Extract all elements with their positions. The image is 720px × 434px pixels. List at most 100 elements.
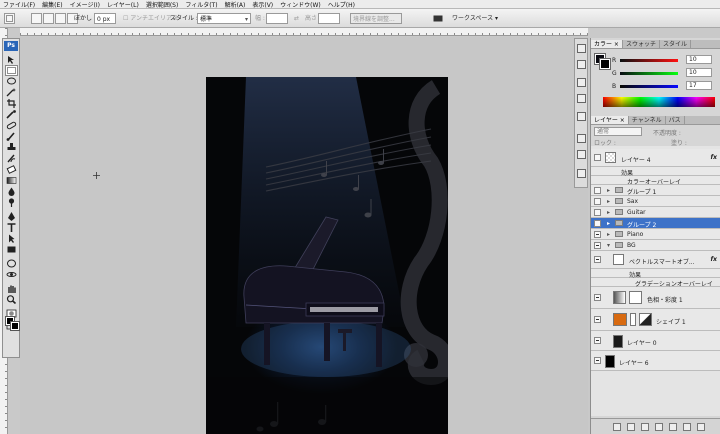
layer-row[interactable]: レイヤー 4 fx [591, 149, 720, 167]
green-slider[interactable]: G 10 [612, 68, 712, 78]
hand-tool[interactable] [6, 284, 17, 293]
visibility-toggle[interactable] [594, 316, 601, 323]
notes-panel-icon[interactable] [577, 169, 586, 178]
effects-row[interactable]: 効果 [591, 167, 720, 177]
3d-rotate-tool[interactable] [6, 259, 17, 268]
blue-value[interactable]: 17 [686, 81, 712, 90]
expand-arrow-icon[interactable]: ▸ [607, 220, 613, 227]
color-spectrum-bar[interactable] [603, 97, 715, 107]
layer-group-row[interactable]: ▸ Guitar [591, 207, 720, 218]
visibility-toggle[interactable] [594, 187, 601, 194]
history-brush-tool[interactable] [6, 154, 17, 163]
visibility-toggle[interactable] [594, 231, 601, 238]
shape-tool[interactable] [6, 245, 17, 254]
lasso-tool[interactable] [6, 77, 17, 86]
fx-icon[interactable]: fx [711, 256, 717, 263]
visibility-toggle[interactable] [594, 357, 601, 364]
effect-gradient-overlay-row[interactable]: グラデーションオーバーレイ [591, 278, 720, 288]
canvas-area[interactable] [20, 37, 588, 434]
character-panel-icon[interactable] [577, 134, 586, 143]
visibility-toggle[interactable] [594, 198, 601, 205]
new-layer-icon[interactable] [683, 423, 691, 431]
new-group-icon[interactable] [669, 423, 677, 431]
brush-tool[interactable] [6, 132, 17, 141]
adjustment-layer-icon[interactable] [655, 423, 663, 431]
dodge-tool[interactable] [6, 198, 17, 207]
crop-tool[interactable] [6, 99, 17, 108]
menu-layer[interactable]: レイヤー(L) [107, 0, 139, 9]
pen-tool[interactable] [6, 212, 17, 221]
menu-analysis[interactable]: 解析(A) [225, 0, 246, 9]
style-select[interactable]: 標準 ▾ [197, 13, 251, 24]
type-tool[interactable] [6, 223, 17, 232]
collapse-arrow-icon[interactable]: ▾ [607, 242, 613, 249]
menu-edit[interactable]: 編集(E) [42, 0, 62, 9]
green-value[interactable]: 10 [686, 68, 712, 77]
width-input[interactable] [266, 13, 288, 24]
expand-arrow-icon[interactable]: ▸ [607, 231, 613, 238]
expand-arrow-icon[interactable]: ▸ [607, 187, 613, 194]
height-input[interactable] [318, 13, 340, 24]
tool-presets-panel-icon[interactable] [577, 78, 586, 87]
expand-arrow-icon[interactable]: ▸ [607, 198, 613, 205]
layer-group-row[interactable]: ▸ グループ 1 [591, 185, 720, 196]
paragraph-panel-icon[interactable] [577, 150, 586, 159]
feather-input[interactable]: 0 px [94, 13, 116, 24]
marquee-tool[interactable] [5, 65, 18, 76]
marquee-preset-button[interactable] [4, 13, 15, 24]
add-mask-icon[interactable] [641, 423, 649, 431]
layer-row[interactable]: ベクトルスマートオブ... fx [591, 251, 720, 269]
blend-mode-select[interactable]: 通常 [594, 127, 642, 136]
red-value[interactable]: 10 [686, 55, 712, 64]
trash-icon[interactable] [697, 423, 705, 431]
tab-paths[interactable]: パス [666, 116, 685, 124]
tab-channels[interactable]: チャンネル [629, 116, 666, 124]
tab-color[interactable]: カラー × [591, 40, 623, 48]
visibility-toggle[interactable] [594, 294, 601, 301]
actions-panel-icon[interactable] [577, 60, 586, 69]
link-layers-icon[interactable] [613, 423, 621, 431]
fx-icon[interactable]: fx [711, 154, 717, 161]
tab-swatches[interactable]: スウォッチ [623, 40, 660, 48]
menu-file[interactable]: ファイル(F) [3, 0, 35, 9]
blue-track[interactable] [620, 85, 678, 88]
green-track[interactable] [620, 72, 678, 75]
magic-wand-tool[interactable] [6, 88, 17, 97]
visibility-toggle[interactable] [594, 220, 601, 227]
layer-group-row[interactable]: ▸ Sax [591, 196, 720, 207]
tab-layers[interactable]: レイヤー × [591, 116, 629, 124]
zoom-tool[interactable] [6, 295, 17, 304]
document-canvas[interactable] [206, 77, 448, 434]
blur-tool[interactable] [6, 187, 17, 196]
visibility-toggle[interactable] [594, 154, 601, 161]
visibility-toggle[interactable] [594, 242, 601, 249]
menu-help[interactable]: ヘルプ(H) [328, 0, 355, 9]
menu-view[interactable]: 表示(V) [252, 0, 273, 9]
shape-layer-row[interactable]: シェイプ 1 [591, 309, 720, 331]
layer-group-row-selected[interactable]: ▸ グループ 2 [591, 218, 720, 229]
gradient-tool[interactable] [6, 176, 17, 185]
effect-color-overlay-row[interactable]: カラーオーバーレイ [591, 176, 720, 186]
brushes-panel-icon[interactable] [577, 94, 586, 103]
add-style-icon[interactable] [627, 423, 635, 431]
move-tool[interactable] [6, 55, 17, 64]
menu-select[interactable]: 選択範囲(S) [146, 0, 179, 9]
healing-brush-tool[interactable] [6, 121, 17, 130]
eyedropper-tool[interactable] [6, 110, 17, 119]
background-color-swatch[interactable] [10, 321, 20, 331]
path-selection-tool[interactable] [6, 234, 17, 243]
blue-slider[interactable]: B 17 [612, 81, 712, 91]
expand-arrow-icon[interactable]: ▸ [607, 209, 613, 216]
visibility-toggle[interactable] [594, 256, 601, 263]
red-track[interactable] [620, 59, 678, 62]
adjustment-layer-row[interactable]: 色相・彩度 1 [591, 287, 720, 309]
workspace-menu[interactable]: ワークスペース ▾ [452, 13, 498, 24]
new-selection-button[interactable] [31, 13, 42, 24]
add-selection-button[interactable] [43, 13, 54, 24]
tab-styles[interactable]: スタイル [660, 40, 691, 48]
layer-group-row[interactable]: ▸ Piano [591, 229, 720, 240]
refine-edge-button[interactable]: 境界線を調整... [350, 13, 402, 24]
menu-filter[interactable]: フィルタ(T) [185, 0, 217, 9]
menu-window[interactable]: ウィンドウ(W) [280, 0, 321, 9]
visibility-toggle[interactable] [594, 209, 601, 216]
